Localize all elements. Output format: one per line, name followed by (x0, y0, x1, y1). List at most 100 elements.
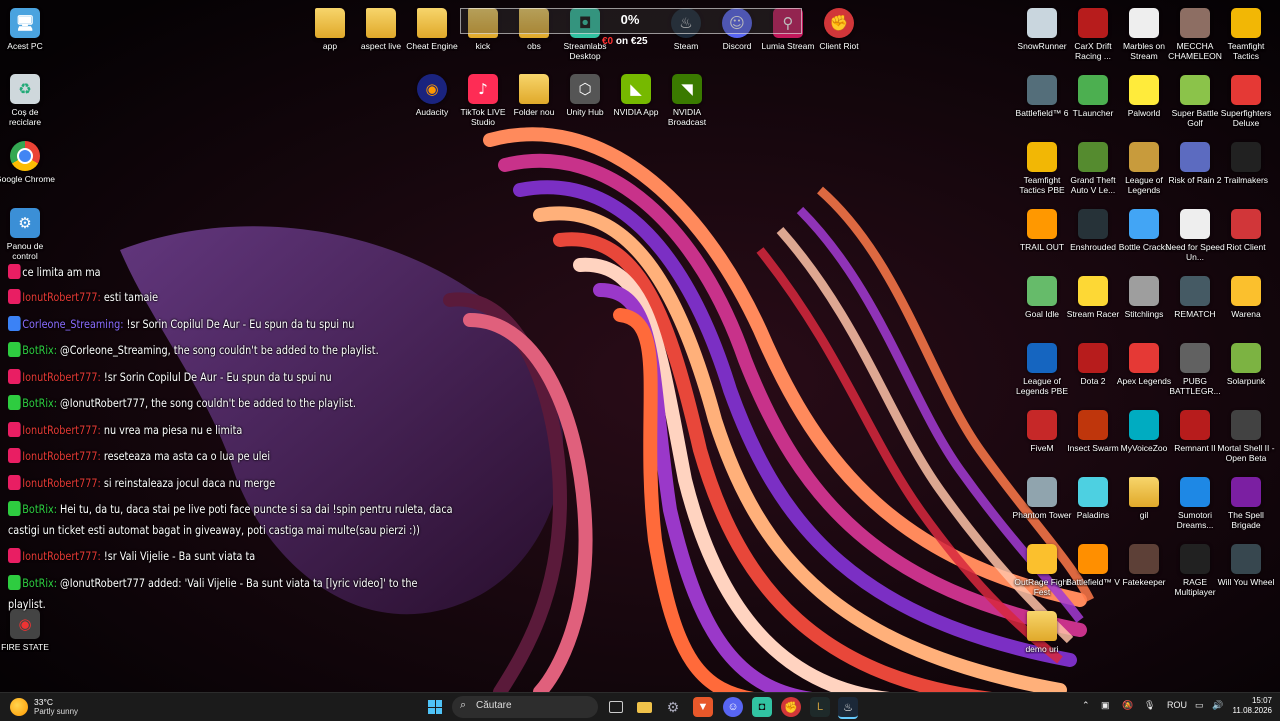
game-icon (1129, 410, 1159, 440)
desktop-icon-mortal-shell-ii-open-beta[interactable]: Mortal Shell II - Open Beta (1216, 410, 1276, 463)
game-icon (1078, 343, 1108, 373)
desktop-icon-nvidia-broadcast[interactable]: ◥ NVIDIA Broadcast (657, 74, 717, 127)
display-icon[interactable]: ▭ (1195, 700, 1204, 711)
taskbar-file-explorer[interactable] (634, 697, 654, 717)
game-icon (1180, 8, 1210, 38)
chat-badge-icon (8, 264, 21, 279)
taskbar-discord[interactable]: ☺ (723, 697, 743, 717)
chat-message: IonutRobert777: nu vrea ma piesa nu e li… (8, 420, 242, 441)
nvidia-icon: ◣ (621, 74, 651, 104)
game-icon (1078, 75, 1108, 105)
game-icon (1180, 343, 1210, 373)
chat-message: IonutRobert777: !sr Vali Vijelie - Ba su… (8, 546, 255, 567)
folder-icon (417, 8, 447, 38)
chat-message: BotRix: @IonutRobert777, the song couldn… (8, 393, 356, 414)
taskbar-brave[interactable]: ▼ (693, 697, 713, 717)
chat-message: IonutRobert777: !sr Sorin Copilul De Aur… (8, 367, 332, 388)
desktop-icon-will-you-wheel[interactable]: Will You Wheel (1216, 544, 1276, 587)
chat-message: ce limita am ma (8, 262, 101, 283)
chat-message: BotRix: Hei tu, da tu, daca stai pe live… (8, 499, 453, 541)
game-icon (1027, 142, 1057, 172)
desktop-icon-client-riot[interactable]: ✊ Client Riot (809, 8, 869, 51)
chevron-up-icon[interactable]: ⌃ (1082, 700, 1090, 711)
chat-text: @Corleone_Streaming, the song couldn't b… (60, 343, 379, 357)
brave-icon: ▼ (697, 701, 709, 713)
desktop-icon-the-spell-brigade[interactable]: The Spell Brigade (1216, 477, 1276, 530)
chat-badge-icon (8, 448, 21, 463)
desktop-icon-acest-pc[interactable]: 🖥 Acest PC (0, 8, 55, 51)
game-icon (1180, 209, 1210, 239)
steam-icon: ♨ (843, 701, 853, 714)
game-icon (1027, 276, 1057, 306)
chat-message: BotRix: @Corleone_Streaming, the song co… (8, 340, 379, 361)
chat-username: BotRix: (22, 502, 57, 516)
game-icon (1027, 544, 1057, 574)
taskbar-riot[interactable]: ✊ (781, 697, 801, 717)
chat-badge-icon (8, 316, 21, 331)
clock[interactable]: 15:07 11.08.2026 (1230, 696, 1272, 716)
taskbar-settings[interactable]: ⚙ (663, 697, 683, 717)
chat-badge-icon (8, 342, 21, 357)
chat-badge-icon (8, 289, 21, 304)
streamlabs-icon: ◘ (758, 701, 766, 713)
game-icon (1129, 276, 1159, 306)
game-icon (1180, 477, 1210, 507)
chat-username: IonutRobert777: (22, 476, 101, 490)
desktop-icon-superfighters-deluxe[interactable]: Superfighters Deluxe (1216, 75, 1276, 128)
chat-username: Corleone_Streaming: (22, 317, 124, 331)
chat-badge-icon (8, 395, 21, 410)
desktop-icon-riot-client[interactable]: Riot Client (1216, 209, 1276, 252)
riot-icon: ✊ (824, 8, 854, 38)
game-icon (1231, 209, 1261, 239)
task-view-button[interactable] (606, 697, 626, 717)
taskbar-lol[interactable]: L (810, 697, 830, 717)
game-icon (1078, 410, 1108, 440)
taskbar-search[interactable]: ⌕ Căutare (452, 696, 598, 718)
game-icon (1078, 477, 1108, 507)
game-icon (1231, 8, 1261, 38)
desktop-icon-google-chrome[interactable]: Google Chrome (0, 141, 55, 184)
tray-bell-icon[interactable]: 🔕 (1122, 700, 1133, 711)
chat-username: BotRix: (22, 396, 57, 410)
game-icon (1027, 410, 1057, 440)
tray-app-icon[interactable]: ▣ (1101, 700, 1110, 711)
chat-text: ce limita am ma (22, 265, 101, 279)
chat-message: IonutRobert777: esti tamaie (8, 287, 158, 308)
chat-text: nu vrea ma piesa nu e limita (103, 423, 243, 437)
game-icon (1027, 477, 1057, 507)
volume-icon[interactable]: 🔊 (1212, 700, 1223, 711)
desktop-icon-teamfight-tactics[interactable]: Teamfight Tactics (1216, 8, 1276, 61)
recycle-bin-icon: ♻ (10, 74, 40, 104)
desktop-icon-demo-uri[interactable]: demo uri (1012, 611, 1072, 654)
sun-cloud-icon (10, 698, 28, 716)
desktop-icon-solarpunk[interactable]: Solarpunk (1216, 343, 1276, 386)
chat-message: BotRix: @IonutRobert777 added: 'Vali Vij… (8, 573, 453, 615)
game-icon (1078, 142, 1108, 172)
goal-amount: €0 on €25 (602, 36, 648, 47)
taskbar-steam[interactable]: ♨ (838, 697, 858, 719)
desktop-icon-trailmakers[interactable]: Trailmakers (1216, 142, 1276, 185)
riot-icon: ✊ (784, 701, 798, 714)
folder-icon (519, 74, 549, 104)
game-icon (1078, 544, 1108, 574)
game-icon (1027, 75, 1057, 105)
desktop-icon-recycle-bin[interactable]: ♻ Coș de reciclare (0, 74, 55, 127)
chat-username: BotRix: (22, 576, 57, 590)
chat-badge-icon (8, 369, 21, 384)
chat-text: esti tamaie (103, 290, 159, 304)
desktop-icon-control-panel[interactable]: ⚙ Panou de control (0, 208, 55, 261)
gear-icon: ⚙ (666, 698, 680, 715)
chat-message: IonutRobert777: reseteaza ma asta ca o l… (8, 446, 270, 467)
microphone-icon[interactable]: 🎙 (1144, 700, 1155, 711)
chat-username: IonutRobert777: (22, 370, 101, 384)
chat-username: IonutRobert777: (22, 549, 101, 563)
start-button[interactable] (425, 697, 445, 717)
desktop-icon-warena[interactable]: Warena (1216, 276, 1276, 319)
taskbar-streamlabs[interactable]: ◘ (752, 697, 772, 717)
language-indicator[interactable]: ROU (1167, 700, 1187, 710)
game-icon (1231, 142, 1261, 172)
game-icon (1129, 544, 1159, 574)
game-icon (1180, 410, 1210, 440)
goal-percent: 0% (620, 12, 640, 27)
folder-icon (315, 8, 345, 38)
